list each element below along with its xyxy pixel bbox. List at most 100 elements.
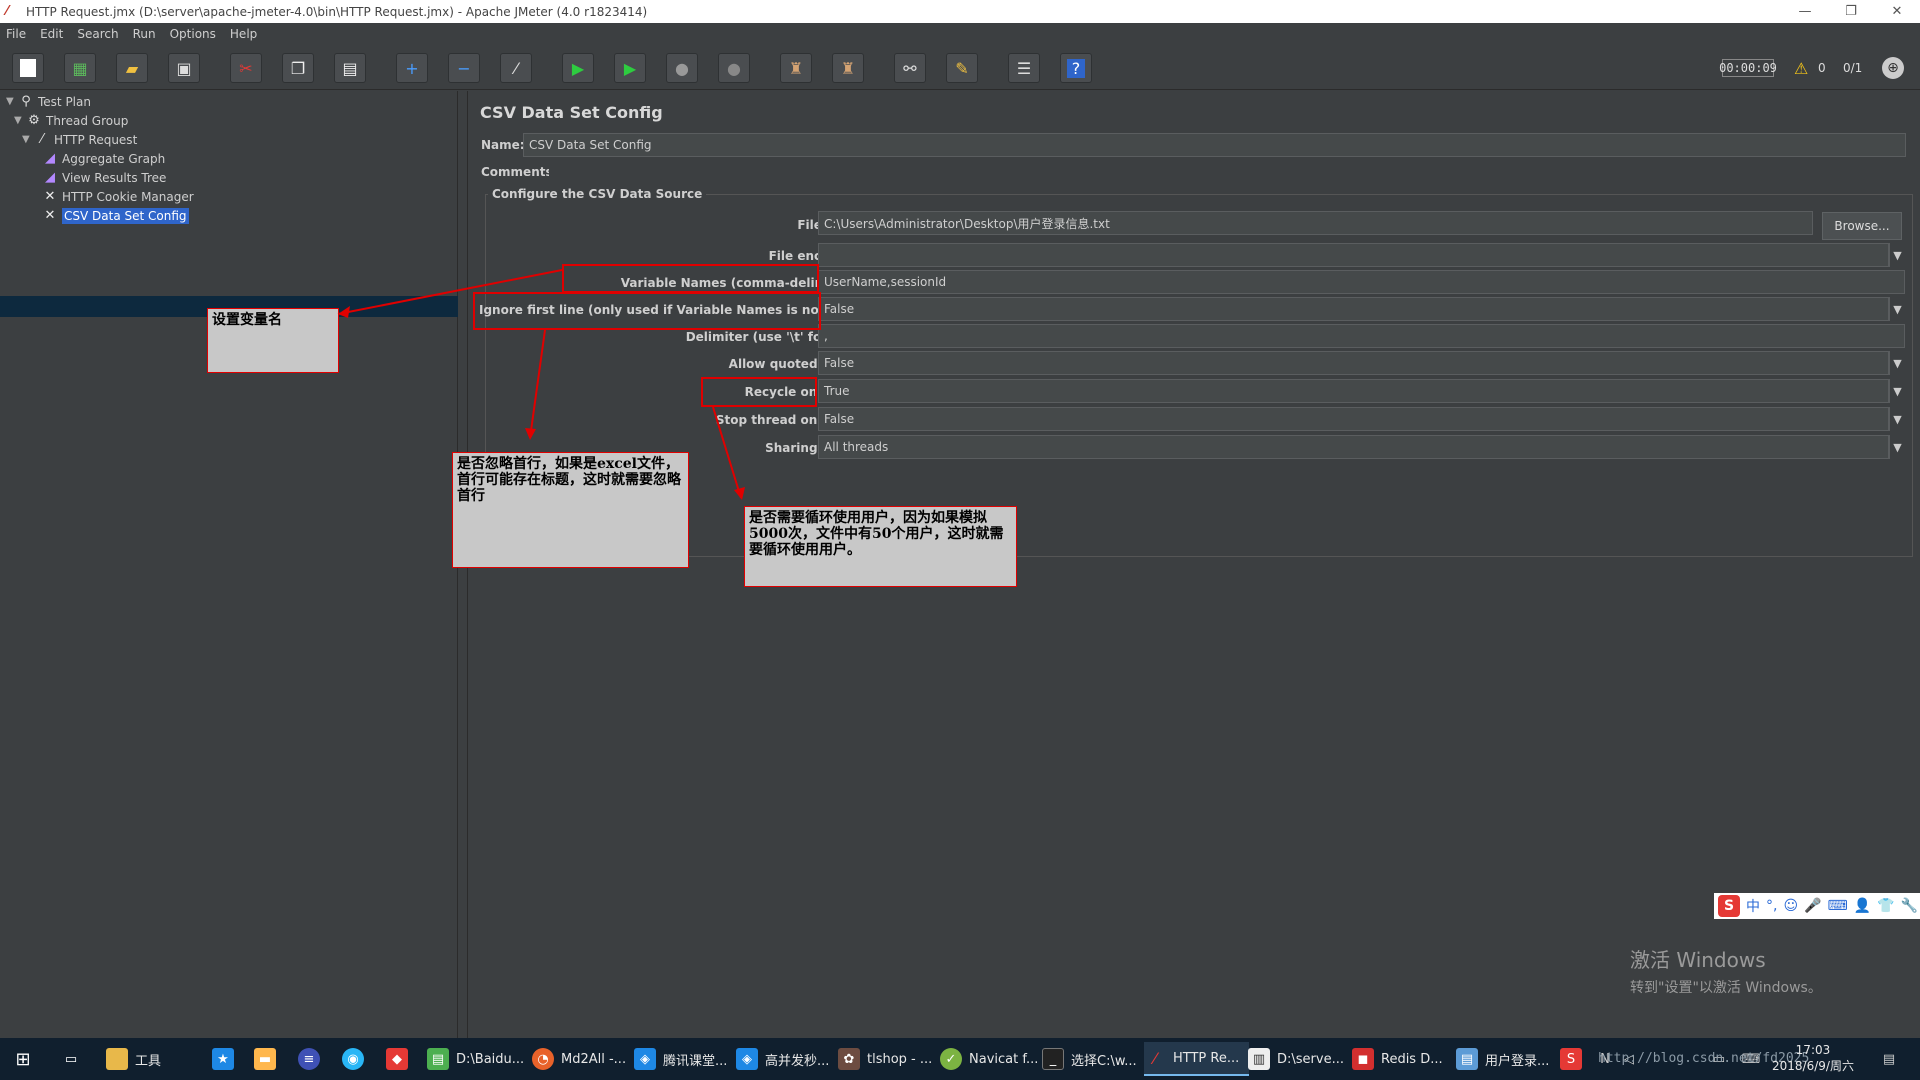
start-button[interactable]: ⊞ (12, 1042, 41, 1076)
sharing-mode-select[interactable]: All threads (818, 435, 1889, 459)
minimize-button[interactable]: — (1782, 0, 1828, 23)
pinned-app-1[interactable]: ★ (212, 1042, 241, 1076)
toggle-icon[interactable]: ⁄ (500, 53, 532, 83)
expand-arrow-icon[interactable]: ▼ (22, 134, 34, 145)
menu-help[interactable]: Help (230, 27, 257, 41)
help-icon[interactable]: ? (1060, 53, 1092, 83)
function-helper-icon[interactable]: ☰ (1008, 53, 1040, 83)
taskbar-item-baidu[interactable]: ▤ D:\Baidu... (427, 1042, 524, 1076)
ime-chinese-mode[interactable]: 中 (1746, 896, 1760, 916)
expand-arrow-icon[interactable]: ▼ (14, 115, 26, 126)
toolbar: ▦ ▰ ▣ ✂ ❐ ▤ + − ⁄ ▶ ▶ ● ● ♜ ♜ ⚯ ✎ ☰ ? (0, 45, 1920, 90)
notepad-icon: ▤ (1456, 1048, 1478, 1070)
taskbar-item-redis[interactable]: ◼ Redis D... (1352, 1042, 1443, 1076)
ime-skin-icon[interactable]: 👕 (1877, 898, 1894, 914)
warning-count: 0 (1818, 61, 1826, 75)
taskbar-item-tencent-class-1[interactable]: ◈ 腾讯课堂... (634, 1042, 727, 1076)
tree-item-csv-data-set-config[interactable]: ✕ CSV Data Set Config (42, 206, 189, 225)
gear-icon: ⚙ (28, 113, 40, 128)
shutdown-icon[interactable]: ● (718, 53, 750, 83)
pinned-app-5[interactable]: ◆ (386, 1042, 415, 1076)
menu-run[interactable]: Run (133, 27, 156, 41)
taskbar-item-cmd[interactable]: _ 选择C:\w... (1042, 1042, 1137, 1076)
warning-icon[interactable]: ⚠ (1794, 59, 1808, 78)
taskbar-item-user-login[interactable]: ▤ 用户登录... (1456, 1042, 1549, 1076)
chevron-down-icon[interactable]: ▼ (1889, 243, 1905, 267)
stop-thread-select[interactable]: False (818, 407, 1889, 431)
remote-globe-icon[interactable]: ⊕ (1882, 57, 1904, 79)
menu-file[interactable]: File (6, 27, 26, 41)
note-varname: 设置变量名 (207, 308, 339, 373)
pinned-app-3[interactable]: ≡ (298, 1042, 327, 1076)
tree-item-test-plan[interactable]: ▼ ⚲ Test Plan (6, 92, 91, 111)
ignore-first-line-select[interactable]: False (818, 297, 1889, 321)
menu-edit[interactable]: Edit (40, 27, 63, 41)
tree-item-thread-group[interactable]: ▼ ⚙ Thread Group (14, 111, 128, 130)
start-icon[interactable]: ▶ (562, 53, 594, 83)
menu-options[interactable]: Options (170, 27, 216, 41)
taskbar-item-tencent-class-2[interactable]: ◈ 高并发秒... (736, 1042, 829, 1076)
ime-emoji-icon[interactable]: ☺ (1783, 898, 1798, 914)
name-field[interactable]: CSV Data Set Config (523, 133, 1906, 157)
new-icon[interactable] (12, 53, 44, 83)
taskbar-item-tlshop[interactable]: ✿ tlshop - ... (838, 1042, 932, 1076)
delimiter-input[interactable]: , (818, 324, 1905, 348)
sogou-logo-icon: S (1718, 895, 1740, 917)
taskbar-item-tools[interactable]: 工具 (106, 1042, 161, 1076)
recycle-eof-select[interactable]: True (818, 379, 1889, 403)
restore-button[interactable]: ❐ (1828, 0, 1874, 23)
taskbar-clock[interactable]: 17:03 2018/6/9/周六 (1772, 1042, 1854, 1074)
ime-punctuation[interactable]: °, (1766, 898, 1777, 914)
ime-settings-icon[interactable]: 🔧 (1901, 898, 1918, 914)
ime-toolbar[interactable]: S 中 °, ☺ 🎤 ⌨ 👤 👕 🔧 (1714, 893, 1920, 919)
copy-icon[interactable]: ❐ (282, 53, 314, 83)
expand-arrow-icon[interactable]: ▼ (6, 96, 18, 107)
bag-icon: ▬ (254, 1048, 276, 1070)
tree-item-aggregate-graph[interactable]: ◢ Aggregate Graph (42, 149, 165, 168)
menu-search[interactable]: Search (77, 27, 118, 41)
tray-sogou[interactable]: S (1560, 1042, 1589, 1076)
taskbar-item-navicat[interactable]: ✓ Navicat f... (940, 1042, 1038, 1076)
folder-icon (106, 1048, 128, 1070)
browse-button[interactable]: Browse... (1822, 212, 1902, 240)
task-view-button[interactable]: ▭ (60, 1042, 89, 1076)
chevron-down-icon[interactable]: ▼ (1889, 379, 1905, 403)
varnames-input[interactable]: UserName,sessionId (818, 270, 1905, 294)
tree-item-http-request[interactable]: ▼ ⁄ HTTP Request (22, 130, 137, 149)
taskbar-item-md2all[interactable]: ◔ Md2All -... (532, 1042, 626, 1076)
close-button[interactable]: ✕ (1874, 0, 1920, 23)
action-center-button[interactable]: ▤ (1878, 1042, 1907, 1076)
stop-icon[interactable]: ● (666, 53, 698, 83)
taskbar-item-explorer[interactable]: ▥ D:\serve... (1248, 1042, 1344, 1076)
taskbar-item-jmeter[interactable]: ⁄ HTTP Re... (1144, 1042, 1250, 1076)
ime-keyboard-icon[interactable]: ⌨ (1828, 898, 1848, 914)
expand-icon[interactable]: + (396, 53, 428, 83)
encoding-select[interactable] (818, 243, 1889, 267)
collapse-icon[interactable]: − (448, 53, 480, 83)
paste-icon[interactable]: ▤ (334, 53, 366, 83)
clear-icon[interactable]: ♜ (780, 53, 812, 83)
graph-icon: ◢ (45, 151, 55, 166)
clear-all-icon[interactable]: ♜ (832, 53, 864, 83)
pinned-app-2[interactable]: ▬ (254, 1042, 283, 1076)
search-icon[interactable]: ⚯ (894, 53, 926, 83)
comments-field[interactable] (549, 160, 1906, 184)
start-no-pauses-icon[interactable]: ▶ (614, 53, 646, 83)
quoted-data-select[interactable]: False (818, 351, 1889, 375)
chevron-down-icon[interactable]: ▼ (1889, 297, 1905, 321)
chevron-down-icon[interactable]: ▼ (1889, 435, 1905, 459)
chevron-down-icon[interactable]: ▼ (1889, 351, 1905, 375)
cut-icon[interactable]: ✂ (230, 53, 262, 83)
ime-voice-icon[interactable]: 🎤 (1804, 898, 1821, 914)
pinned-app-4[interactable]: ◉ (342, 1042, 371, 1076)
templates-icon[interactable]: ▦ (64, 53, 96, 83)
tree-item-view-results-tree[interactable]: ◢ View Results Tree (42, 168, 166, 187)
chevron-down-icon[interactable]: ▼ (1889, 407, 1905, 431)
save-icon[interactable]: ▣ (168, 53, 200, 83)
open-icon[interactable]: ▰ (116, 53, 148, 83)
reset-search-icon[interactable]: ✎ (946, 53, 978, 83)
filename-input[interactable]: C:\Users\Administrator\Desktop\用户登录信息.tx… (818, 211, 1813, 235)
jmeter-icon: ⁄ (1153, 1048, 1157, 1068)
ime-user-icon[interactable]: 👤 (1854, 898, 1871, 914)
tree-item-http-cookie-manager[interactable]: ✕ HTTP Cookie Manager (42, 187, 194, 206)
